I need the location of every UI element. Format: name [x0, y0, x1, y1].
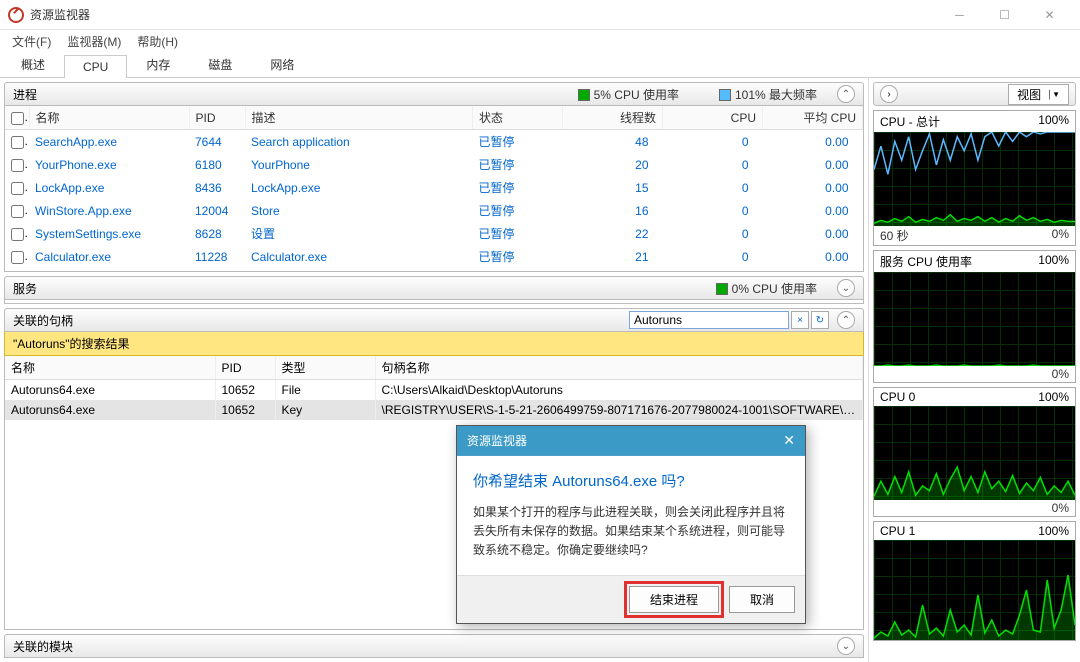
table-row[interactable]: SearchApp.exe7644Search application已暂停48…: [5, 130, 863, 154]
row-checkbox[interactable]: [11, 251, 24, 264]
tab-overview[interactable]: 概述: [2, 51, 64, 77]
col-name[interactable]: 名称: [29, 106, 189, 130]
services-body: [4, 300, 864, 304]
graph-cpu1: CPU 1 100%: [873, 521, 1076, 641]
cancel-button[interactable]: 取消: [729, 586, 795, 613]
dialog-message: 如果某个打开的程序与此进程关联，则会关闭此程序并且将丢失所有未保存的数据。如果结…: [473, 503, 789, 561]
processes-section-header[interactable]: 进程 5% CPU 使用率 101% 最大频率 ⌃: [4, 82, 864, 106]
tab-cpu[interactable]: CPU: [64, 55, 127, 78]
confirm-dialog: 资源监视器 ✕ 你希望结束 Autoruns64.exe 吗? 如果某个打开的程…: [456, 425, 806, 624]
hcol-name[interactable]: 名称: [5, 356, 215, 380]
filter-results-bar: "Autoruns"的搜索结果: [4, 332, 864, 356]
menu-file[interactable]: 文件(F): [4, 31, 59, 52]
table-row[interactable]: WinStore.App.exe12004Store已暂停1600.00: [5, 199, 863, 222]
col-cpu[interactable]: CPU: [663, 106, 763, 130]
table-row[interactable]: Autoruns64.exe10652FileC:\Users\Alkaid\D…: [5, 380, 863, 401]
col-threads[interactable]: 线程数: [563, 106, 663, 130]
processes-collapse-icon[interactable]: ⌃: [837, 85, 855, 103]
dialog-question: 你希望结束 Autoruns64.exe 吗?: [473, 470, 789, 491]
modules-title: 关联的模块: [13, 638, 73, 655]
modules-section-header[interactable]: 关联的模块 ⌄: [4, 634, 864, 658]
maximize-button[interactable]: ☐: [982, 0, 1027, 30]
handles-filter-input[interactable]: [629, 311, 789, 329]
max-freq-swatch: [719, 89, 731, 101]
row-checkbox[interactable]: [11, 182, 24, 195]
table-row[interactable]: Autoruns64.exe10652Key\REGISTRY\USER\S-1…: [5, 400, 863, 420]
tab-bar: 概述 CPU 内存 磁盘 网络: [0, 52, 1080, 78]
minimize-button[interactable]: ─: [937, 0, 982, 30]
window-titlebar: 资源监视器 ─ ☐ ✕: [0, 0, 1080, 30]
graph-cpu-total: CPU - 总计 100% 60 秒 0%: [873, 110, 1076, 246]
graph-title: CPU 0: [880, 390, 915, 404]
view-label: 视图: [1017, 86, 1041, 103]
tab-disk[interactable]: 磁盘: [189, 51, 251, 77]
services-expand-icon[interactable]: ⌄: [837, 279, 855, 297]
graph-max: 100%: [1038, 524, 1069, 538]
table-row[interactable]: Calculator.exe11228Calculator.exe已暂停2100…: [5, 245, 863, 268]
services-title: 服务: [13, 280, 37, 297]
view-dropdown[interactable]: 视图 │▼: [1008, 84, 1069, 105]
graph-svc-cpu: 服务 CPU 使用率 100% 0%: [873, 250, 1076, 383]
row-checkbox[interactable]: [11, 159, 24, 172]
menu-bar: 文件(F) 监视器(M) 帮助(H): [0, 30, 1080, 52]
graph-max: 100%: [1038, 390, 1069, 404]
graph-max: 100%: [1038, 253, 1069, 270]
select-all-checkbox[interactable]: [11, 112, 24, 125]
tab-network[interactable]: 网络: [251, 51, 313, 77]
graph-cpu0: CPU 0 100% 0%: [873, 387, 1076, 517]
chevron-down-icon: │▼: [1047, 90, 1060, 99]
clear-filter-icon[interactable]: ×: [791, 311, 809, 329]
tab-memory[interactable]: 内存: [127, 51, 189, 77]
row-checkbox[interactable]: [11, 136, 24, 149]
graphs-toolbar: › 视图 │▼: [873, 82, 1076, 106]
svc-cpu-swatch: [716, 283, 728, 295]
handles-title: 关联的句柄: [13, 312, 73, 329]
dialog-close-icon[interactable]: ✕: [783, 432, 795, 449]
services-section-header[interactable]: 服务 0% CPU 使用率 ⌄: [4, 276, 864, 300]
table-row[interactable]: LockApp.exe8436LockApp.exe已暂停1500.00: [5, 176, 863, 199]
dialog-title: 资源监视器: [467, 432, 527, 449]
menu-monitor[interactable]: 监视器(M): [59, 31, 129, 52]
table-row[interactable]: YourPhone.exe6180YourPhone已暂停2000.00: [5, 153, 863, 176]
table-row[interactable]: SystemSettings.exe8628设置已暂停2200.00: [5, 222, 863, 245]
graph-title: CPU 1: [880, 524, 915, 538]
row-checkbox[interactable]: [11, 228, 24, 241]
end-process-button[interactable]: 结束进程: [629, 586, 719, 613]
refresh-filter-icon[interactable]: ↻: [811, 311, 829, 329]
graph-title: CPU - 总计: [880, 113, 940, 130]
col-pid[interactable]: PID: [189, 106, 245, 130]
dialog-titlebar[interactable]: 资源监视器 ✕: [457, 426, 805, 456]
graph-foot-right: 0%: [1052, 227, 1069, 244]
col-avgcpu[interactable]: 平均 CPU: [763, 106, 863, 130]
col-desc[interactable]: 描述: [245, 106, 473, 130]
max-freq-label: 101% 最大频率: [735, 88, 817, 102]
window-title: 资源监视器: [30, 6, 90, 23]
processes-title: 进程: [13, 86, 37, 103]
row-checkbox[interactable]: [11, 205, 24, 218]
cpu-usage-label: 5% CPU 使用率: [594, 88, 679, 102]
processes-table[interactable]: 名称 PID 描述 状态 线程数 CPU 平均 CPU SearchApp.ex…: [4, 106, 864, 272]
graph-foot-left: 60 秒: [880, 227, 909, 244]
graphs-collapse-icon[interactable]: ›: [880, 85, 898, 103]
close-button[interactable]: ✕: [1027, 0, 1072, 30]
handles-collapse-icon[interactable]: ⌃: [837, 311, 855, 329]
graph-max: 100%: [1038, 113, 1069, 130]
col-status[interactable]: 状态: [473, 106, 563, 130]
modules-expand-icon[interactable]: ⌄: [837, 637, 855, 655]
menu-help[interactable]: 帮助(H): [129, 31, 186, 52]
handles-section-header[interactable]: 关联的句柄 × ↻ ⌃: [4, 308, 864, 332]
graph-foot-right: 0%: [1052, 367, 1069, 381]
app-logo-icon: [8, 7, 24, 23]
cpu-usage-swatch: [578, 89, 590, 101]
svc-cpu-label: 0% CPU 使用率: [732, 282, 817, 296]
hcol-type[interactable]: 类型: [275, 356, 375, 380]
hcol-hname[interactable]: 句柄名称: [375, 356, 863, 380]
graph-foot-right: 0%: [1052, 501, 1069, 515]
graph-title: 服务 CPU 使用率: [880, 253, 972, 270]
hcol-pid[interactable]: PID: [215, 356, 275, 380]
